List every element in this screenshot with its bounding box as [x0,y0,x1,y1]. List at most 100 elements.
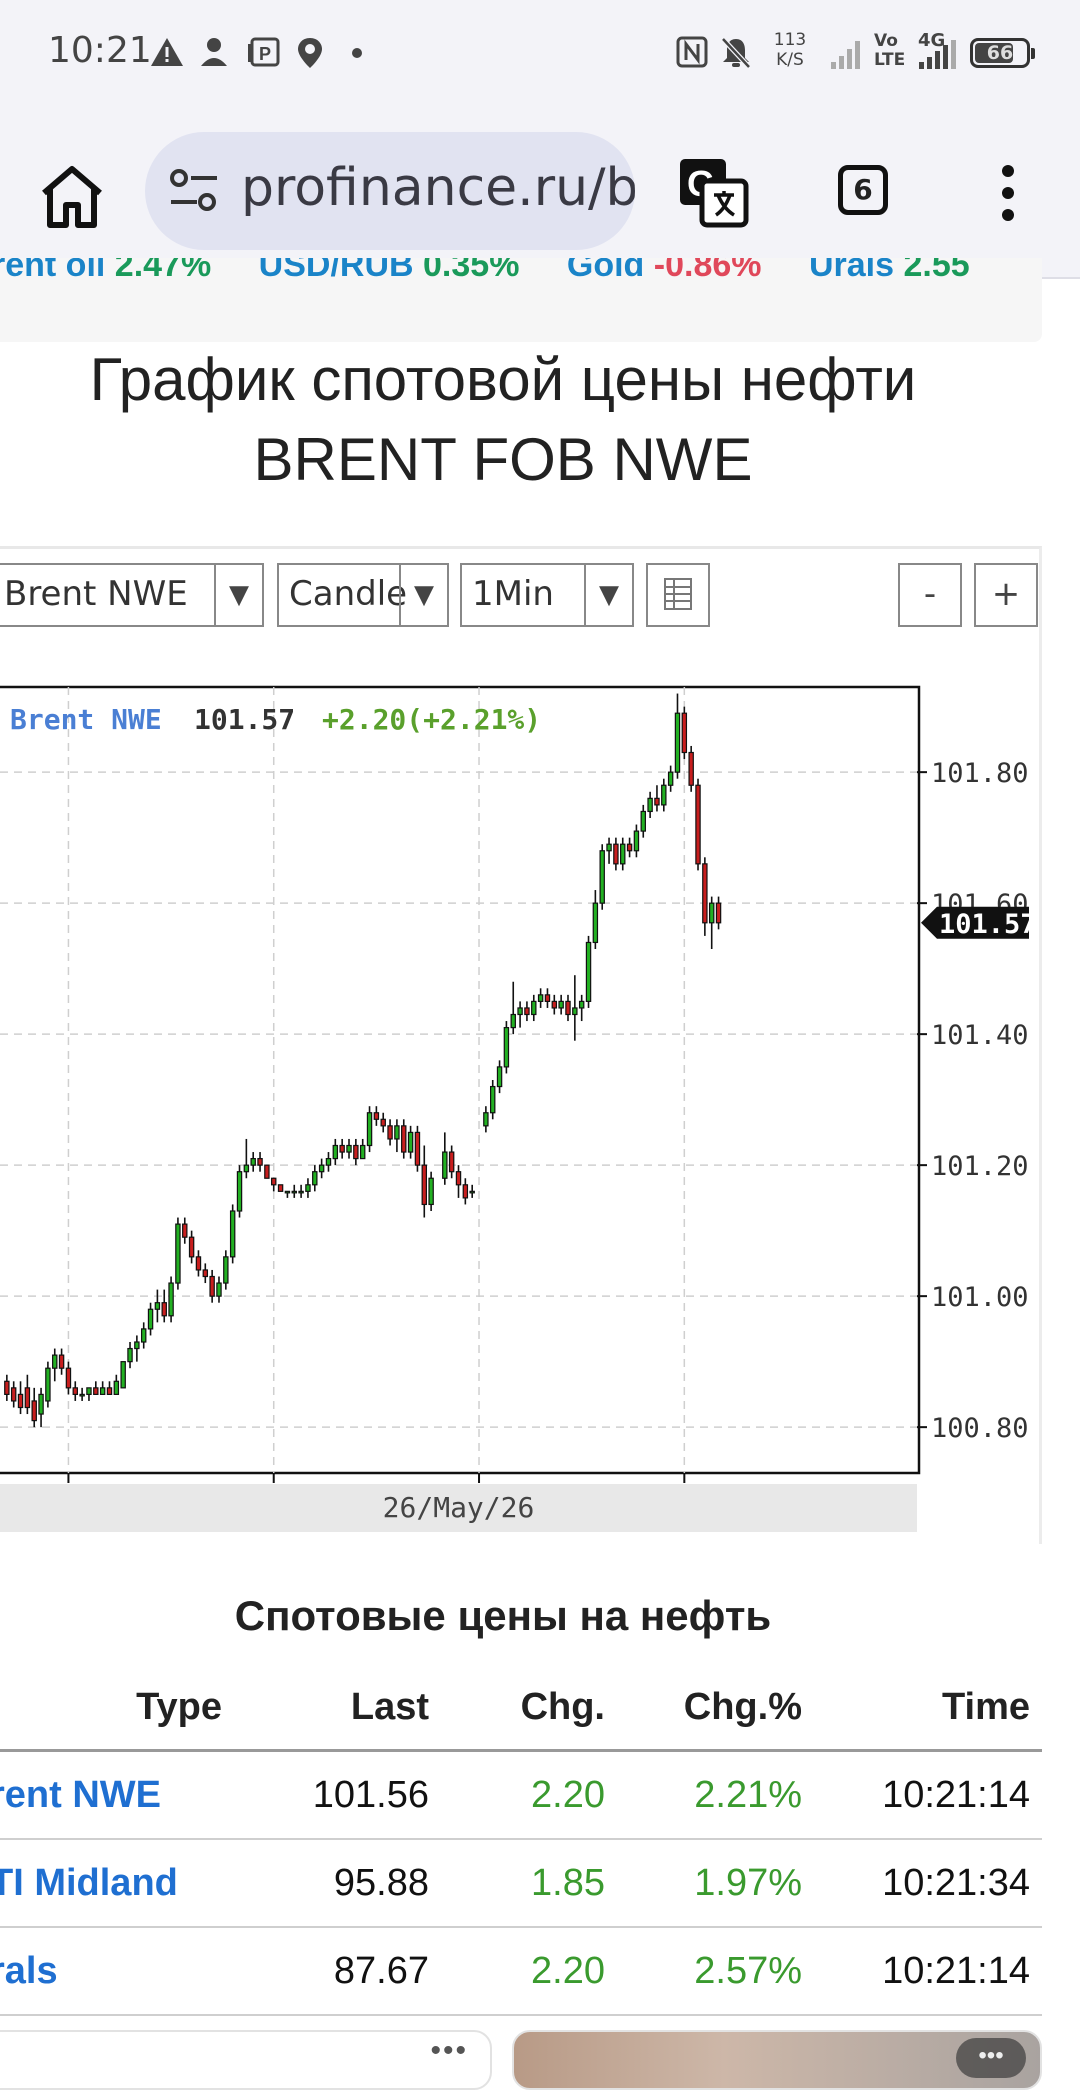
table-row[interactable]: rals 87.67 2.20 2.57% 10:21:14 [0,1928,1042,2016]
chart-type-select[interactable]: Candle ▼ [277,563,449,627]
candle-body [250,1157,256,1166]
tab-switcher-button[interactable]: 6 [838,165,888,215]
ticker-item[interactable]: USD/RUB 0.35% [259,258,520,284]
news-card[interactable]: ••• [512,2030,1042,2090]
candle-body [421,1164,428,1206]
chevron-down-icon[interactable]: ▼ [584,565,632,625]
news-card[interactable]: ••• [0,2030,492,2090]
candle-body [106,1387,113,1395]
person-icon [201,38,227,66]
battery-icon: 66 [970,38,1035,68]
row-last: 87.67 [333,1950,429,1992]
candle-body [551,1000,558,1009]
overflow-menu-icon[interactable] [998,165,1018,225]
candle-body [681,712,688,754]
candle-body [31,1400,37,1422]
candle-body [113,1380,120,1395]
more-icon[interactable]: ••• [956,2038,1026,2078]
candle-body [715,902,722,924]
battery-level: 66 [986,42,1014,64]
candle-body [510,1013,516,1029]
chevron-down-icon[interactable]: ▼ [214,565,262,625]
alert-icon [151,38,183,66]
table-header-row: Type Last Chg. Chg.% Time [0,1664,1042,1752]
page-title-line1: График спотовой цены нефти [89,346,917,413]
chart-widget: Brent NWE ▼ Candle ▼ 1Min ▼ - + 101.80 10… [0,546,1042,1544]
candle-body [455,1171,462,1186]
candle-body [613,843,619,865]
candle-body [188,1236,195,1258]
last-price-tag: 101.57 [921,906,1037,940]
candle-body [325,1157,332,1166]
home-icon[interactable] [38,163,106,231]
row-type-link[interactable]: TI Midland [0,1862,178,1905]
candle-body [496,1066,503,1088]
candle-body [387,1125,393,1140]
ticker-item[interactable]: Gold -0.86% [567,258,762,284]
candle-body [667,771,674,786]
translate-icon[interactable]: G [678,157,750,229]
header-chg-pct[interactable]: Chg.% [684,1686,802,1729]
candle-body [72,1387,78,1395]
data-table-button[interactable] [646,563,710,627]
candle-body [339,1144,345,1153]
candle-body [38,1393,44,1415]
zoom-in-button[interactable]: + [974,563,1038,627]
table-row[interactable]: TI Midland 95.88 1.85 1.97% 10:21:34 [0,1840,1042,1928]
site-settings-icon[interactable] [169,168,219,212]
more-icon[interactable]: ••• [430,2034,468,2068]
header-time[interactable]: Time [942,1686,1030,1729]
url-text[interactable]: profinance.ru/b [241,158,635,218]
candle-body [216,1282,222,1297]
row-last: 95.88 [333,1862,429,1904]
row-chg-pct: 1.97% [694,1862,802,1904]
candle-body [565,1000,571,1016]
candle-body [428,1177,434,1206]
legend-instrument: Brent NWE [10,703,162,736]
candle-body [688,751,694,786]
candle-body [394,1125,400,1140]
row-time: 10:21:34 [882,1862,1030,1904]
status-time: 10:21 [48,30,152,71]
price-chart[interactable]: 101.80101.60101.40101.20101.00100.80 06:… [0,635,1040,1485]
row-type-link[interactable]: rals [0,1950,58,1993]
header-type[interactable]: Type [136,1686,222,1729]
legend-last-price: 101.57 [194,703,295,736]
candle-body [264,1164,270,1179]
header-last[interactable]: Last [351,1686,429,1729]
candle-body [52,1354,58,1369]
candle-body [517,1007,523,1016]
y-tick-label: 101.00 [931,1282,1029,1313]
address-bar[interactable]: profinance.ru/b [145,132,635,250]
candle-body [702,863,708,924]
y-tick-label: 101.80 [931,758,1029,789]
candle-body [305,1184,311,1192]
interval-select[interactable]: 1Min ▼ [460,563,634,627]
candle-body [489,1085,496,1114]
status-bar: 10:21 P 113 K/S Vo LTE 4G 66 [0,0,1080,105]
header-chg[interactable]: Chg. [521,1686,605,1729]
candle-body [223,1256,229,1284]
candle-body [401,1125,407,1153]
candle-body [414,1131,421,1166]
row-last: 101.56 [312,1774,429,1816]
ticker-item[interactable]: Urals 2.55 [809,258,970,284]
candle-body [147,1308,154,1330]
volte-label: Vo LTE [874,31,906,70]
instrument-select[interactable]: Brent NWE ▼ [0,563,264,627]
candle-body [442,1151,448,1179]
y-axis: 101.80101.60101.40101.20101.00100.80 [917,758,1029,1444]
candle-body [592,902,599,944]
row-type-link[interactable]: rent NWE [0,1774,161,1817]
candle-body [86,1387,92,1395]
legend-change: +2.20(+2.21%) [322,703,541,736]
zoom-out-button[interactable]: - [898,563,962,627]
ticker-item[interactable]: rent oil 2.47% [0,258,211,284]
candle-body [346,1144,352,1153]
chevron-down-icon[interactable]: ▼ [399,565,447,625]
network-speed: 113 K/S [768,30,812,70]
signal-icon-sim2 [919,40,956,69]
table-row[interactable]: rent NWE 101.56 2.20 2.21% 10:21:14 [0,1752,1042,1840]
candle-body [17,1393,24,1409]
row-chg: 2.20 [531,1950,605,1992]
